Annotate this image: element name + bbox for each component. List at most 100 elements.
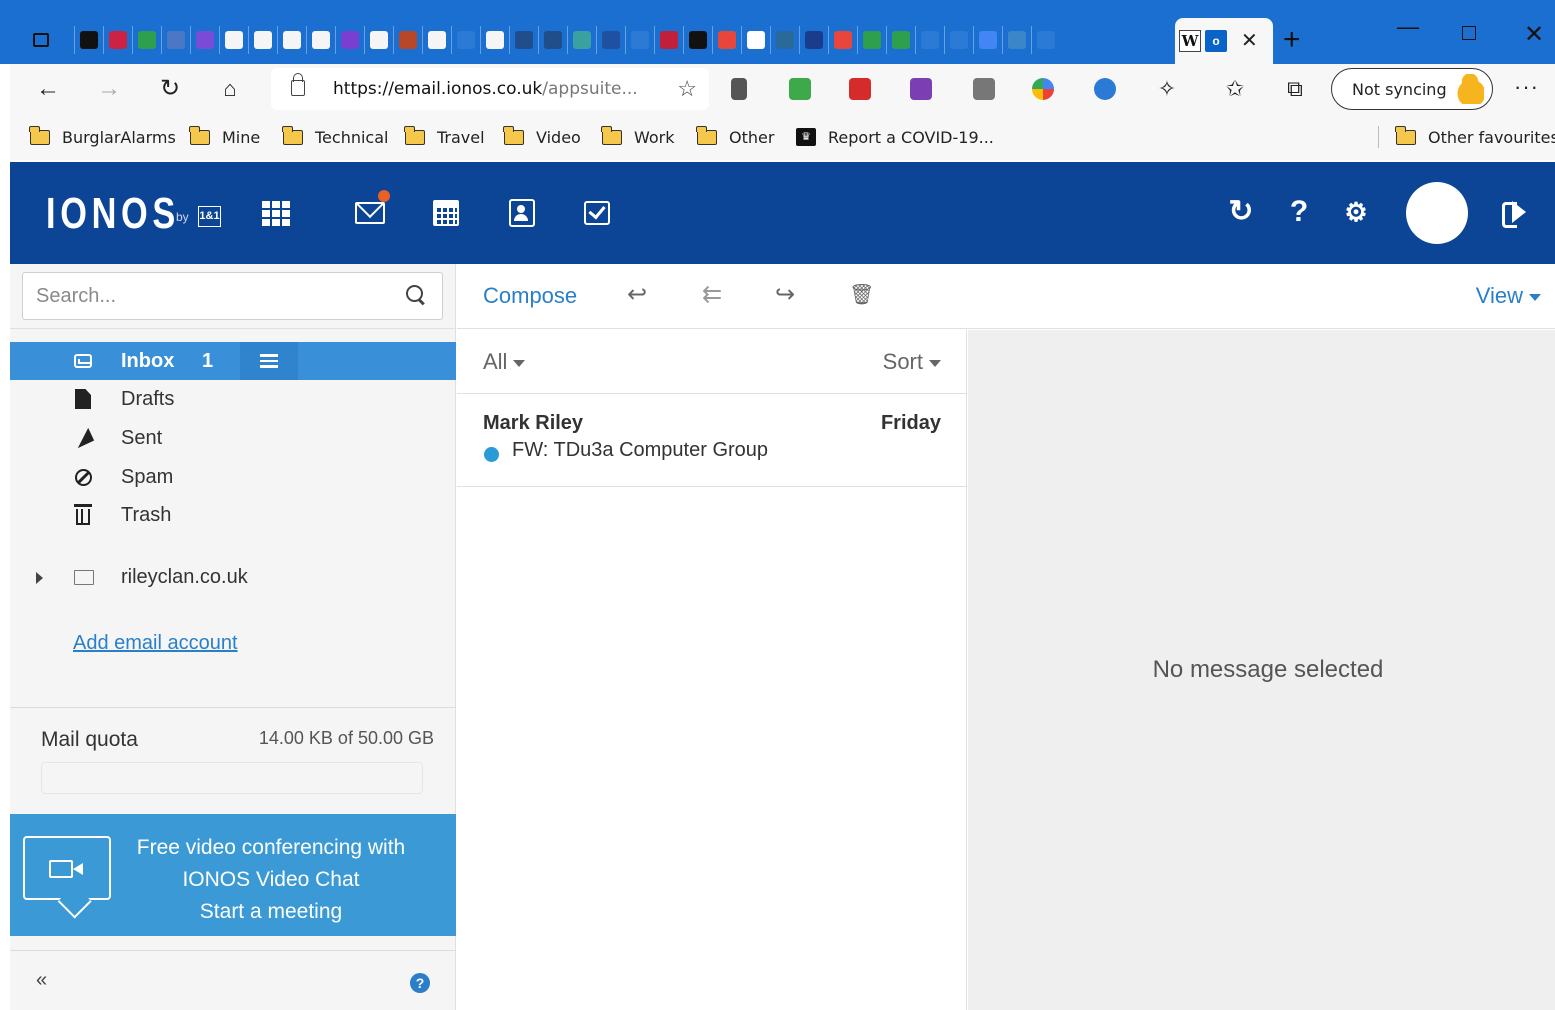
add-email-account-link[interactable]: Add email account [73, 632, 238, 655]
pinned-tab[interactable] [915, 26, 944, 54]
collapse-sidebar-icon[interactable]: « [36, 969, 47, 992]
tasks-app-button[interactable] [580, 196, 614, 230]
extension-location-icon[interactable] [1094, 78, 1116, 100]
contacts-app-button[interactable] [505, 196, 539, 230]
mail-app-button[interactable] [353, 190, 390, 230]
extension-onenote-icon[interactable] [910, 78, 932, 100]
pinned-tab[interactable] [857, 26, 886, 54]
reply-icon[interactable]: ↩ [627, 282, 647, 308]
window-close-button[interactable]: ✕ [1524, 20, 1544, 49]
pinned-tab[interactable] [596, 26, 625, 54]
bookmark-technical[interactable]: Technical [282, 125, 388, 148]
pinned-tab[interactable] [1031, 26, 1060, 54]
folder-drafts[interactable]: Drafts [10, 380, 456, 418]
reply-all-icon[interactable]: ⇇ [702, 282, 722, 308]
home-button[interactable]: ⌂ [215, 74, 245, 104]
collections-icon[interactable]: ⧉ [1280, 74, 1310, 104]
pinned-tab[interactable] [480, 26, 509, 54]
pinned-tab[interactable] [625, 26, 654, 54]
pinned-tab[interactable] [886, 26, 915, 54]
pinned-tab[interactable] [538, 26, 567, 54]
pinned-tab[interactable] [770, 26, 799, 54]
extensions-puzzle-icon[interactable]: ✧ [1152, 74, 1182, 104]
bookmark-work[interactable]: Work [601, 125, 675, 148]
help-icon[interactable]: ? [1279, 192, 1319, 232]
pinned-tab[interactable] [973, 26, 1002, 54]
help-circle-icon[interactable]: ? [410, 973, 430, 993]
address-bar[interactable]: https://email.ionos.co.uk/appsuite... ☆ [271, 68, 709, 110]
bookmark-report-covid[interactable]: ♛ Report a COVID-19... [796, 126, 994, 148]
back-button[interactable]: ← [33, 74, 63, 104]
calendar-app-button[interactable] [429, 196, 463, 230]
folder-spam[interactable]: Spam [10, 458, 456, 496]
bookmark-burglaralarms[interactable]: BurglarAlarms [29, 125, 176, 148]
bookmark-video[interactable]: Video [503, 125, 581, 148]
unread-indicator[interactable] [484, 447, 499, 462]
pinned-tab[interactable] [422, 26, 451, 54]
video-chat-promo[interactable]: Free video conferencing with IONOS Video… [10, 814, 456, 936]
sort-dropdown[interactable]: Sort [883, 349, 941, 375]
extension-pen-icon[interactable] [849, 78, 871, 100]
pinned-tab[interactable] [393, 26, 422, 54]
window-maximize-button[interactable] [1462, 26, 1476, 40]
pinned-tab[interactable] [451, 26, 480, 54]
settings-gear-icon[interactable]: ⚙ [1336, 192, 1376, 232]
delete-trash-icon[interactable]: 🗑 [849, 282, 874, 308]
extension-office-icon[interactable] [731, 78, 747, 100]
view-menu-button[interactable]: View [1476, 283, 1541, 309]
pinned-tab[interactable] [509, 26, 538, 54]
pinned-tab[interactable] [306, 26, 335, 54]
filter-dropdown[interactable]: All [483, 349, 526, 375]
forward-icon[interactable]: ↪ [775, 282, 795, 308]
pinned-tab[interactable] [277, 26, 306, 54]
pinned-tab[interactable] [132, 26, 161, 54]
forward-button[interactable]: → [94, 74, 124, 104]
search-input[interactable] [23, 273, 393, 319]
extension-chat-icon[interactable] [973, 78, 995, 100]
pinned-tab[interactable] [219, 26, 248, 54]
ionos-logo[interactable]: IONOS [46, 192, 180, 236]
user-avatar[interactable] [1406, 182, 1468, 244]
account-folder-tree[interactable]: rileyclan.co.uk [10, 562, 456, 596]
extension-printer-icon[interactable] [789, 78, 811, 100]
refresh-button[interactable]: ↻ [155, 74, 185, 104]
pinned-tab[interactable] [1002, 26, 1031, 54]
pinned-tab[interactable] [683, 26, 712, 54]
folder-inbox[interactable]: Inbox 1 [10, 342, 456, 380]
pinned-tab[interactable] [799, 26, 828, 54]
expand-caret-icon[interactable] [36, 572, 43, 584]
bookmark-other[interactable]: Other [696, 125, 774, 148]
folder-options-button[interactable] [240, 342, 298, 380]
window-minimize-button[interactable]: — [1397, 14, 1419, 40]
folder-trash[interactable]: Trash [10, 496, 456, 534]
pinned-tab[interactable] [190, 26, 219, 54]
start-meeting-link[interactable]: Start a meeting [120, 896, 422, 928]
tab-close-icon[interactable]: ✕ [1241, 28, 1258, 53]
pinned-tab[interactable] [944, 26, 973, 54]
bookmark-travel[interactable]: Travel [404, 125, 485, 148]
pinned-tab[interactable] [654, 26, 683, 54]
pinned-tab[interactable] [828, 26, 857, 54]
pinned-tab[interactable] [161, 26, 190, 54]
sign-out-icon[interactable] [1502, 200, 1530, 228]
pinned-tab[interactable] [741, 26, 770, 54]
active-tab[interactable]: W o ✕ [1175, 18, 1273, 64]
pinned-tab[interactable] [335, 26, 364, 54]
more-menu-button[interactable]: ··· [1514, 74, 1539, 100]
compose-button[interactable]: Compose [483, 283, 577, 309]
pinned-tab[interactable] [364, 26, 393, 54]
favourites-icon[interactable]: ✩ [1220, 74, 1250, 104]
pinned-tab[interactable] [248, 26, 277, 54]
pinned-tab[interactable] [712, 26, 741, 54]
add-favourite-icon[interactable]: ☆ [677, 76, 697, 102]
bookmark-mine[interactable]: Mine [189, 125, 260, 148]
app-launcher-button[interactable] [259, 196, 293, 230]
extension-google-icon[interactable] [1032, 78, 1054, 100]
folder-sent[interactable]: Sent [10, 419, 456, 457]
profile-sync-button[interactable]: Not syncing [1331, 68, 1493, 110]
pinned-tab[interactable] [103, 26, 132, 54]
new-tab-button[interactable]: + [1283, 22, 1301, 58]
bookmark-other-favourites[interactable]: Other favourites [1395, 125, 1555, 148]
pinned-tab[interactable] [74, 26, 103, 54]
search-icon[interactable] [406, 285, 426, 305]
